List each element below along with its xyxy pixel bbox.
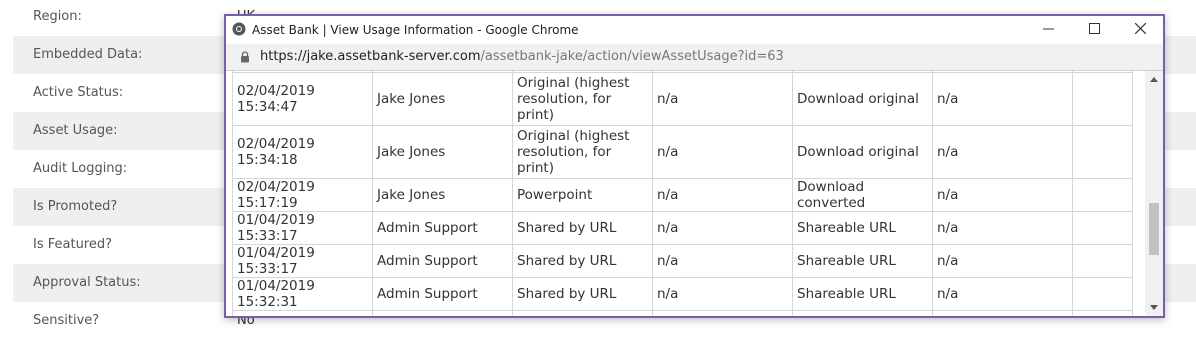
table-row: 02/04/2019 15:17:19 Jake Jones Powerpoin…	[232, 178, 1133, 212]
field-label: Is Featured?	[33, 237, 113, 252]
user-cell: Jake Jones	[372, 72, 513, 126]
action-cell: Download original	[792, 72, 933, 126]
table-cell: n/a	[932, 125, 1073, 179]
field-label: Asset Usage:	[33, 123, 118, 138]
user-cell: Admin Support	[372, 244, 513, 278]
usage-type-cell: Original (highest resolution, for print)	[512, 125, 653, 179]
action-cell: Download converted	[792, 178, 933, 212]
table-row: 02/04/2019 15:34:18 Jake Jones Original …	[232, 125, 1133, 179]
table-cell: n/a	[652, 244, 793, 278]
usage-table: 02/04/2019 15:34:47 Jake Jones Original …	[232, 71, 1133, 316]
table-cell: n/a	[932, 277, 1073, 311]
usage-type-cell: Powerpoint	[512, 178, 653, 212]
close-button[interactable]	[1117, 16, 1163, 44]
table-row: 02/04/2019 15:34:47 Jake Jones Original …	[232, 72, 1133, 126]
usage-popup-window: Asset Bank | View Usage Information - Go…	[224, 14, 1165, 318]
chrome-icon	[232, 22, 246, 36]
table-cell	[1072, 211, 1133, 245]
user-cell: Jake Jones	[372, 178, 513, 212]
lock-icon	[240, 51, 250, 67]
table-cell: n/a	[652, 178, 793, 212]
table-cell	[1072, 125, 1133, 179]
table-cell: n/a	[932, 178, 1073, 212]
field-label: Audit Logging:	[33, 161, 128, 176]
date-cell: 01/04/2019 15:33:17	[232, 244, 373, 278]
url-text: https://jake.assetbank-server.com/assetb…	[260, 44, 784, 70]
usage-type-cell: Shared by URL	[512, 211, 653, 245]
table-cell	[1072, 72, 1133, 126]
date-cell: 02/04/2019 15:34:18	[232, 125, 373, 179]
table-cell	[1072, 277, 1133, 311]
field-label: Approval Status:	[33, 275, 141, 290]
user-cell: Admin Support	[372, 211, 513, 245]
table-row	[232, 310, 1133, 316]
field-label: Sensitive?	[33, 313, 100, 328]
vertical-scrollbar[interactable]	[1145, 71, 1163, 316]
date-cell: 01/04/2019 15:32:31	[232, 277, 373, 311]
field-label: Embedded Data:	[33, 47, 143, 62]
table-cell: n/a	[932, 72, 1073, 126]
window-title: Asset Bank | View Usage Information - Go…	[252, 23, 579, 37]
maximize-icon	[1088, 23, 1100, 37]
table-cell	[1072, 244, 1133, 278]
address-bar[interactable]: https://jake.assetbank-server.com/assetb…	[226, 44, 1163, 71]
url-host: https://jake.assetbank-server.com	[260, 49, 481, 64]
usage-type-cell: Original (highest resolution, for print)	[512, 72, 653, 126]
table-cell: n/a	[932, 244, 1073, 278]
action-cell: Shareable URL	[792, 277, 933, 311]
usage-type-cell: Shared by URL	[512, 244, 653, 278]
user-cell: Admin Support	[372, 277, 513, 311]
date-cell: 01/04/2019 15:33:17	[232, 211, 373, 245]
usage-table-container: 02/04/2019 15:34:47 Jake Jones Original …	[226, 71, 1137, 316]
url-path: /assetbank-jake/action/viewAssetUsage?id…	[480, 49, 784, 64]
action-cell: Shareable URL	[792, 211, 933, 245]
scrollbar-thumb[interactable]	[1149, 203, 1159, 255]
field-label: Active Status:	[33, 85, 124, 100]
action-cell: Shareable URL	[792, 244, 933, 278]
field-label: Is Promoted?	[33, 199, 118, 214]
table-cell: n/a	[652, 125, 793, 179]
minimize-icon	[1042, 23, 1054, 37]
user-cell: Jake Jones	[372, 125, 513, 179]
minimize-button[interactable]	[1025, 16, 1071, 44]
table-cell: n/a	[932, 211, 1073, 245]
usage-type-cell: Shared by URL	[512, 277, 653, 311]
scroll-down-icon[interactable]	[1150, 305, 1158, 310]
table-row: 01/04/2019 15:32:31 Admin Support Shared…	[232, 277, 1133, 311]
table-cell: n/a	[652, 211, 793, 245]
table-cell: n/a	[652, 72, 793, 126]
table-cell	[1072, 178, 1133, 212]
field-label: Region:	[33, 9, 82, 24]
close-icon	[1134, 22, 1146, 37]
action-cell: Download original	[792, 125, 933, 179]
scroll-up-icon[interactable]	[1150, 77, 1158, 82]
table-row: 01/04/2019 15:33:17 Admin Support Shared…	[232, 244, 1133, 278]
date-cell: 02/04/2019 15:34:47	[232, 72, 373, 126]
date-cell: 02/04/2019 15:17:19	[232, 178, 373, 212]
table-cell: n/a	[652, 277, 793, 311]
window-titlebar[interactable]: Asset Bank | View Usage Information - Go…	[226, 16, 1163, 44]
maximize-button[interactable]	[1071, 16, 1117, 44]
table-row: 01/04/2019 15:33:17 Admin Support Shared…	[232, 211, 1133, 245]
